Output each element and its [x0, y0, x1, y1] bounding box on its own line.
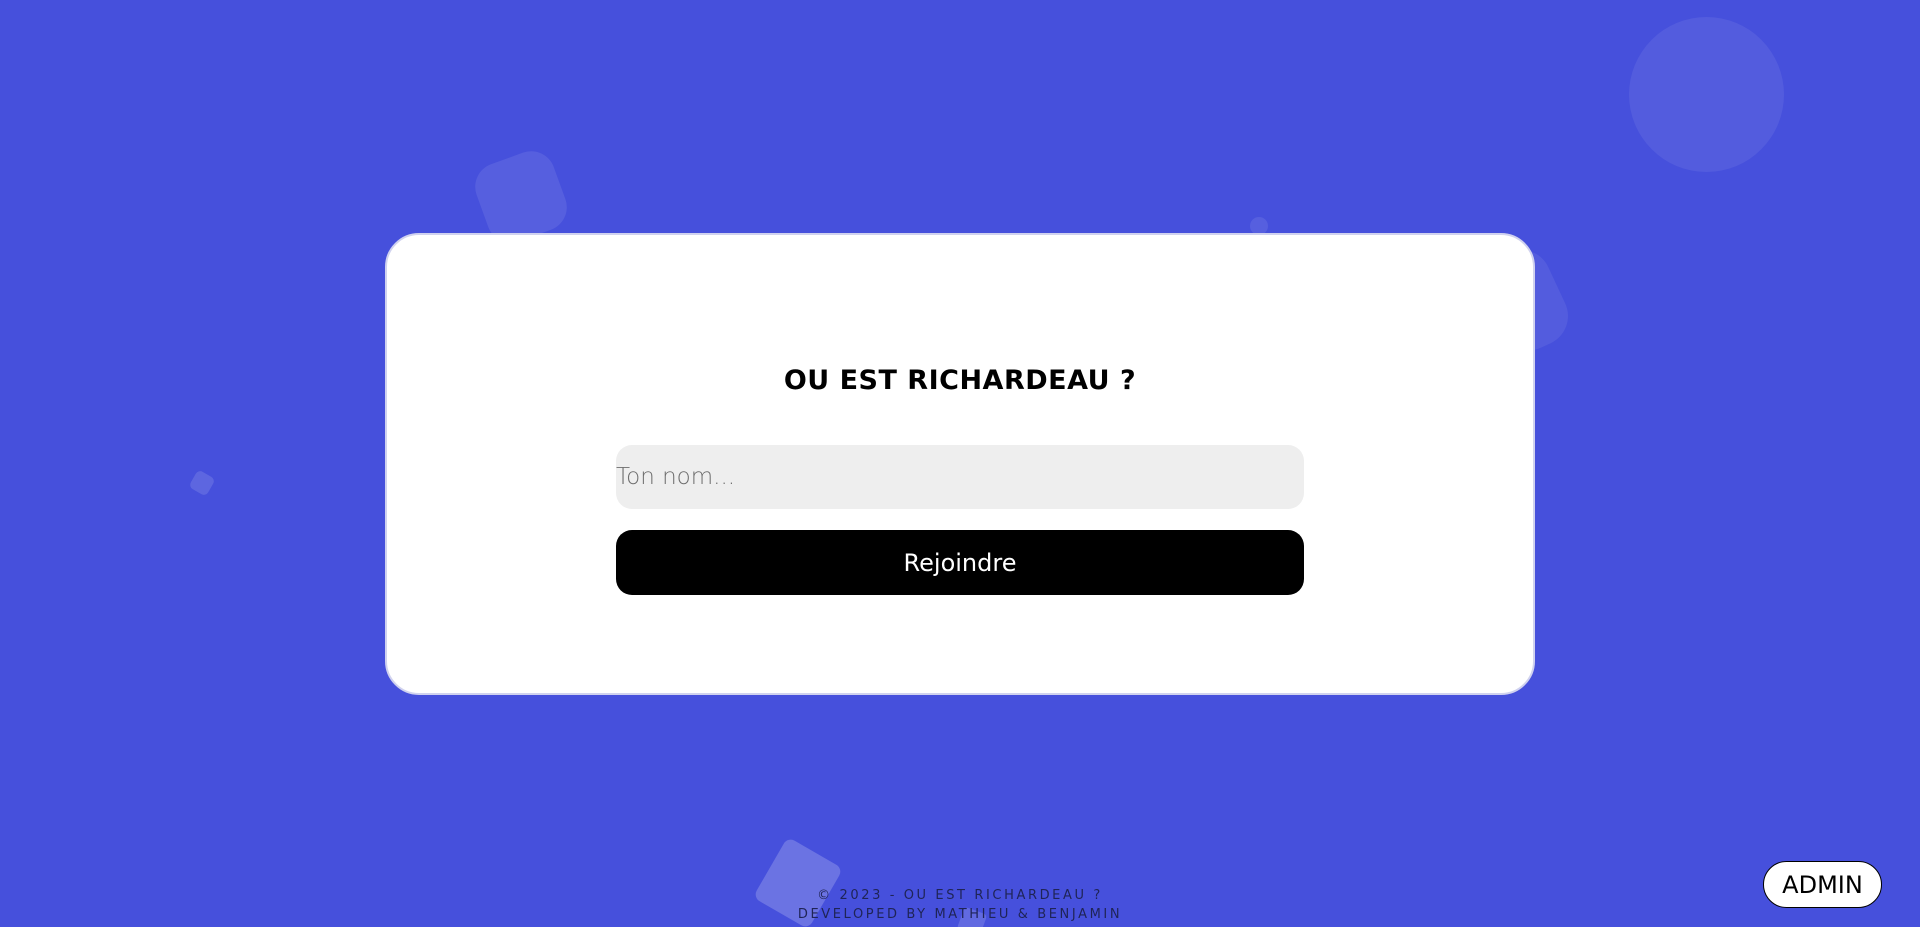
- background-circle-shape: [1629, 17, 1784, 172]
- page-title: OU EST RICHARDEAU ?: [783, 365, 1137, 396]
- footer-credits: DEVELOPED BY MATHIEU & BENJAMIN: [797, 907, 1123, 922]
- join-button[interactable]: Rejoindre: [616, 530, 1304, 595]
- name-input[interactable]: [616, 445, 1304, 509]
- admin-button[interactable]: ADMIN: [1763, 861, 1882, 908]
- background-small-square-shape: [188, 469, 216, 497]
- footer-copyright: © 2023 - OU EST RICHARDEAU ?: [817, 888, 1103, 903]
- footer: © 2023 - OU EST RICHARDEAU ? DEVELOPED B…: [0, 886, 1920, 924]
- join-card: OU EST RICHARDEAU ? Rejoindre: [385, 233, 1535, 695]
